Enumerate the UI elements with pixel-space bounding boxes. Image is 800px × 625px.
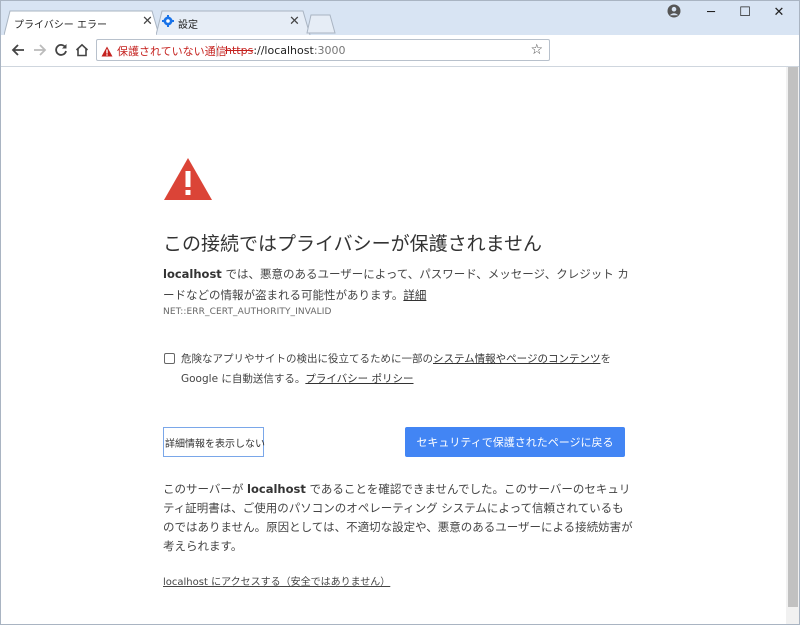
details-text: このサーバーが [163,482,248,496]
hostname: localhost [163,267,222,281]
interstitial-page: この接続ではプライバシーが保護されません localhost では、悪意のあるユ… [0,67,786,625]
send-report-checkbox[interactable] [164,353,175,364]
url-port: :3000 [313,44,346,57]
url-scheme: https [225,44,254,57]
home-icon [75,43,89,57]
details-message: このサーバーが localhost であることを確認できませんでした。このサーバ… [163,480,633,556]
proceed-unsafe-link[interactable]: localhost にアクセスする（安全ではありません） [163,573,390,588]
arrow-left-icon [11,44,24,56]
address-bar[interactable]: 保護されていない通信 https://localhost:3000 ☆ [96,39,550,61]
arrow-right-icon [34,44,47,56]
new-tab-button[interactable] [306,14,336,34]
close-tab-icon[interactable]: ✕ [142,15,153,28]
tab-strip: プライバシー エラー ✕ 設定 ✕ ─ ☐ ✕ [0,0,800,36]
omnibox-divider [216,43,217,57]
tab-privacy-error[interactable]: プライバシー エラー ✕ [4,10,160,36]
bookmark-star-icon[interactable]: ☆ [530,42,543,58]
tab-settings[interactable]: 設定 ✕ [156,10,311,36]
scrollbar[interactable] [786,67,800,625]
toolbar: 保護されていない通信 https://localhost:3000 ☆ [0,35,800,67]
tab-title: 設定 [178,20,198,31]
profile-icon[interactable] [667,4,681,18]
main-message: localhost では、悪意のあるユーザーによって、パスワード、メッセージ、ク… [163,264,633,306]
close-tab-icon[interactable]: ✕ [289,15,300,28]
close-window-button[interactable]: ✕ [765,2,793,22]
reload-icon [55,44,67,56]
privacy-policy-link[interactable]: プライバシー ポリシー [305,373,413,385]
url-text: https://localhost:3000 [225,44,346,57]
security-label: 保護されていない通信 [117,45,227,58]
tab-title: プライバシー エラー [14,20,107,31]
gear-icon [162,15,174,27]
checkbox-label: 危険なアプリやサイトの検出に役立てるために一部のシステム情報やページのコンテンツ… [181,349,621,389]
learn-more-link[interactable]: 詳細 [403,288,426,302]
maximize-button[interactable]: ☐ [731,2,759,22]
back-button[interactable] [9,41,27,59]
hostname: localhost [247,482,306,496]
back-to-safety-button[interactable]: セキュリティで保護されたページに戻る [405,427,625,457]
url-host: ://localhost [253,44,314,57]
checkbox-text: 危険なアプリやサイトの検出に役立てるために一部の [181,353,433,365]
error-code: NET::ERR_CERT_AUTHORITY_INVALID [163,307,332,317]
forward-button[interactable] [31,41,49,59]
home-button[interactable] [73,41,91,59]
warning-triangle-icon [164,158,212,200]
scrollbar-thumb[interactable] [788,67,798,607]
reload-button[interactable] [52,41,70,59]
minimize-button[interactable]: ─ [697,2,725,22]
page-title: この接続ではプライバシーが保護されません [163,233,543,255]
message-text: では、悪意のあるユーザーによって、パスワード、メッセージ、クレジット カードなど… [163,267,629,302]
details-button[interactable]: 詳細情報を表示しない [163,427,265,457]
security-indicator[interactable]: 保護されていない通信 [101,43,227,59]
system-info-link[interactable]: システム情報やページのコンテンツ [433,353,600,365]
warning-icon [101,46,113,56]
